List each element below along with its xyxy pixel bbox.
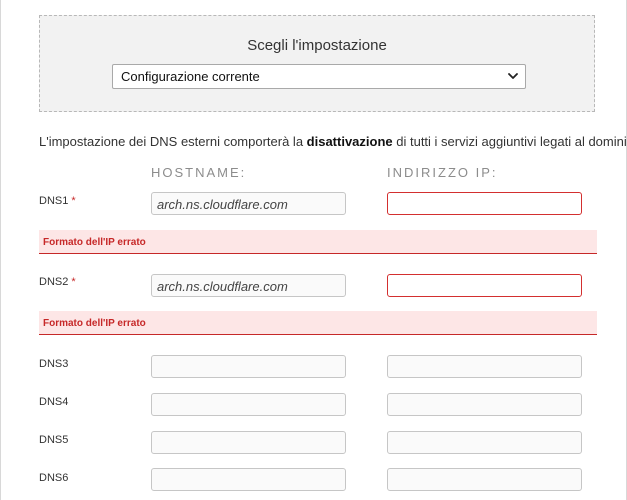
- dns6-ip-input[interactable]: [387, 468, 582, 491]
- dns2-hostname-input[interactable]: arch.ns.cloudflare.com: [151, 274, 346, 297]
- dns5-label: DNS5: [39, 434, 69, 446]
- notice-text-end: di tutti i servizi aggiuntivi legati al …: [392, 134, 627, 149]
- dns2-ip-input[interactable]: [387, 274, 582, 297]
- required-mark: *: [71, 276, 76, 288]
- dns1-label: DNS1 *: [39, 195, 76, 207]
- required-mark: *: [71, 195, 76, 207]
- dns6-label: DNS6: [39, 472, 69, 484]
- dns3-hostname-input[interactable]: [151, 355, 346, 378]
- dns4-ip-input[interactable]: [387, 393, 582, 416]
- notice-text-bold: disattivazione: [306, 134, 393, 149]
- dns1-error-message: Formato dell'IP errato: [39, 230, 597, 254]
- dns2-label: DNS2 *: [39, 276, 76, 288]
- chevron-down-icon: [508, 73, 518, 79]
- dns6-hostname-input[interactable]: [151, 468, 346, 491]
- setting-title: Scegli l'impostazione: [247, 37, 387, 54]
- dns5-ip-input[interactable]: [387, 431, 582, 454]
- configuration-select[interactable]: Configurazione corrente: [112, 64, 526, 89]
- dns4-hostname-input[interactable]: [151, 393, 346, 416]
- page-left-border: [0, 0, 1, 500]
- dns-settings-page: Scegli l'impostazione Configurazione cor…: [0, 0, 627, 500]
- dns3-label: DNS3: [39, 358, 69, 370]
- dns2-error-message: Formato dell'IP errato: [39, 311, 597, 335]
- dns1-hostname-input[interactable]: arch.ns.cloudflare.com: [151, 192, 346, 215]
- hostname-column-header: HOSTNAME:: [151, 165, 247, 180]
- dns4-label: DNS4: [39, 396, 69, 408]
- notice-text-start: L'impostazione dei DNS esterni comporter…: [39, 134, 307, 149]
- setting-choice-panel: Scegli l'impostazione Configurazione cor…: [39, 15, 595, 112]
- external-dns-notice: L'impostazione dei DNS esterni comporter…: [39, 134, 627, 149]
- dns1-ip-input[interactable]: [387, 192, 582, 215]
- dns5-hostname-input[interactable]: [151, 431, 346, 454]
- ip-column-header: INDIRIZZO IP:: [387, 165, 498, 180]
- dns3-ip-input[interactable]: [387, 355, 582, 378]
- configuration-select-value: Configurazione corrente: [121, 69, 260, 84]
